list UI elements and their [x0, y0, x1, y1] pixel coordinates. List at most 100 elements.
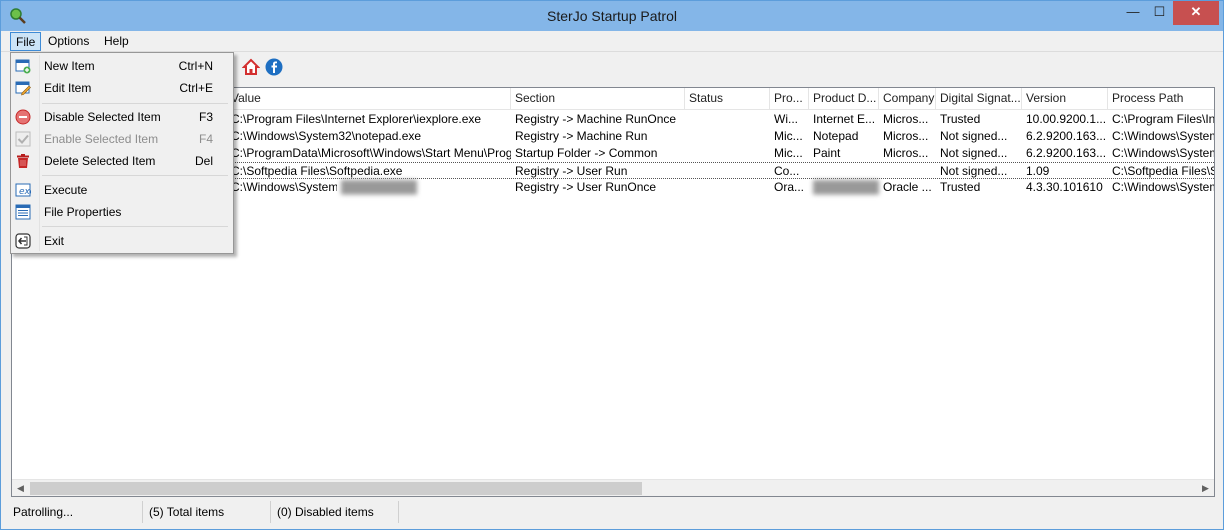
cell-product: Mic... — [774, 146, 803, 160]
menu-item-disable-selected[interactable]: Disable Selected Item F3 — [13, 106, 231, 128]
menu-item-label: Enable Selected Item — [44, 132, 159, 146]
cell-process-path: C:\Windows\System3 — [1112, 146, 1215, 160]
scroll-right-arrow-icon[interactable]: ▶ — [1197, 480, 1214, 496]
cell-product: Ora... — [774, 180, 805, 194]
menu-item-label: File Properties — [44, 205, 122, 219]
cell-version: 1.09 — [1026, 164, 1050, 178]
edit-item-icon — [15, 81, 31, 96]
title-bar[interactable]: SterJo Startup Patrol — ☐ ✕ — [1, 1, 1223, 31]
menu-item-new-item[interactable]: New Item Ctrl+N — [13, 55, 231, 77]
close-button[interactable]: ✕ — [1173, 1, 1219, 25]
cell-version: 10.00.9200.1... — [1026, 112, 1107, 126]
column-header-version[interactable]: Version — [1022, 88, 1108, 110]
blurred-product-description: █████████ — [813, 180, 879, 194]
menu-item-edit-item[interactable]: Edit Item Ctrl+E — [13, 77, 231, 99]
column-header-process-path[interactable]: Process Path — [1108, 88, 1214, 110]
menu-item-shortcut: Ctrl+E — [179, 81, 213, 95]
cell-process-path: C:\Program Files\Inte — [1112, 112, 1215, 126]
enable-check-icon — [15, 131, 31, 147]
scrollbar-thumb[interactable] — [30, 482, 642, 495]
menu-help[interactable]: Help — [99, 32, 134, 51]
menu-item-label: New Item — [44, 59, 95, 73]
cell-digital-signature: Not signed... — [940, 129, 1008, 143]
status-disabled-items: (0) Disabled items — [275, 501, 399, 523]
menu-item-label: Delete Selected Item — [44, 154, 156, 168]
file-menu-dropdown: New Item Ctrl+N Edit Item Ctrl+E Disable… — [10, 52, 234, 254]
column-header-section[interactable]: Section — [511, 88, 685, 110]
cell-section: Registry -> Machine RunOnce — [515, 112, 677, 126]
minimize-button[interactable]: — — [1120, 1, 1146, 25]
cell-company: Oracle ... — [883, 180, 932, 194]
cell-process-path: C:\Windows\System3 — [1112, 129, 1215, 143]
cell-value: C:\Windows\System32\ — [231, 180, 337, 194]
execute-icon: exe — [15, 183, 31, 197]
svg-text:exe: exe — [19, 187, 31, 197]
menu-file[interactable]: File — [10, 32, 42, 51]
cell-digital-signature: Not signed... — [940, 146, 1008, 160]
cell-company: Micros... — [883, 146, 929, 160]
cell-company — [879, 163, 936, 180]
column-header-value[interactable]: Value — [227, 88, 511, 110]
status-total-items: (5) Total items — [147, 501, 271, 523]
cell-version: 6.2.9200.163... — [1026, 146, 1107, 160]
scroll-left-arrow-icon[interactable]: ◀ — [12, 480, 29, 496]
trash-icon — [17, 154, 29, 168]
menu-item-shortcut: F3 — [198, 110, 213, 124]
app-window: SterJo Startup Patrol — ☐ ✕ File Options… — [0, 0, 1224, 530]
cell-status — [685, 128, 770, 145]
status-bar: Patrolling... (5) Total items (0) Disabl… — [1, 501, 1223, 529]
cell-product-description: Paint — [813, 146, 841, 160]
cell-digital-signature: Not signed... — [940, 164, 1008, 178]
disable-icon — [15, 109, 31, 125]
column-header-digital-signature[interactable]: Digital Signat... — [936, 88, 1022, 110]
cell-product: Wi... — [774, 112, 798, 126]
cell-digital-signature: Trusted — [940, 112, 981, 126]
column-header-status[interactable]: Status — [685, 88, 770, 110]
status-state: Patrolling... — [11, 501, 143, 523]
cell-product-description: Internet E... — [813, 112, 876, 126]
cell-status — [685, 111, 770, 128]
menu-item-file-properties[interactable]: File Properties — [13, 201, 231, 223]
exit-icon — [15, 233, 31, 249]
cell-value: C:\Windows\System32\notepad.exe — [231, 129, 422, 143]
cell-section: Registry -> User RunOnce — [515, 180, 657, 194]
cell-status — [685, 179, 770, 196]
cell-value: C:\Softpedia Files\Softpedia.exe — [231, 164, 403, 178]
cell-process-path: C:\Windows\System3 — [1112, 180, 1215, 194]
cell-status — [685, 163, 770, 180]
home-icon[interactable] — [242, 58, 260, 76]
cell-version: 6.2.9200.163... — [1026, 129, 1107, 143]
menu-options[interactable]: Options — [43, 32, 94, 51]
menu-item-label: Disable Selected Item — [44, 110, 161, 124]
cell-company: Micros... — [883, 129, 929, 143]
cell-version: 4.3.30.101610 — [1026, 180, 1103, 194]
cell-section: Startup Folder -> Common — [515, 146, 658, 160]
cell-product: Mic... — [774, 129, 803, 143]
cell-section: Registry -> Machine Run — [515, 129, 648, 143]
window-title: SterJo Startup Patrol — [547, 8, 677, 24]
cell-status — [685, 145, 770, 162]
column-header-product-description[interactable]: Product D... — [809, 88, 879, 110]
menu-item-enable-selected: Enable Selected Item F4 — [13, 128, 231, 150]
menu-separator — [42, 103, 228, 104]
horizontal-scrollbar[interactable]: ◀ ▶ — [12, 479, 1214, 496]
cell-digital-signature: Trusted — [940, 180, 981, 194]
menu-item-label: Execute — [44, 183, 88, 197]
menu-item-shortcut: Ctrl+N — [178, 59, 213, 73]
column-header-product[interactable]: Pro... — [770, 88, 809, 110]
cell-value: C:\ProgramData\Microsoft\Windows\Start M… — [231, 146, 511, 160]
menu-item-execute[interactable]: exe Execute — [13, 179, 231, 201]
cell-value: C:\Program Files\Internet Explorer\iexpl… — [231, 112, 482, 126]
cell-process-path: C:\Softpedia Files\So — [1112, 164, 1215, 178]
cell-section: Registry -> User Run — [515, 164, 628, 178]
menu-item-label: Exit — [44, 234, 65, 248]
column-header-company[interactable]: Company — [879, 88, 936, 110]
menu-separator — [42, 175, 228, 176]
menu-item-delete-selected[interactable]: Delete Selected Item Del — [13, 150, 231, 172]
menu-item-label: Edit Item — [44, 81, 92, 95]
menu-item-exit[interactable]: Exit — [13, 230, 231, 252]
maximize-button[interactable]: ☐ — [1146, 1, 1173, 25]
facebook-icon[interactable] — [265, 58, 283, 76]
menu-separator — [42, 226, 228, 227]
blurred-filename: ██████████ — [341, 180, 417, 194]
